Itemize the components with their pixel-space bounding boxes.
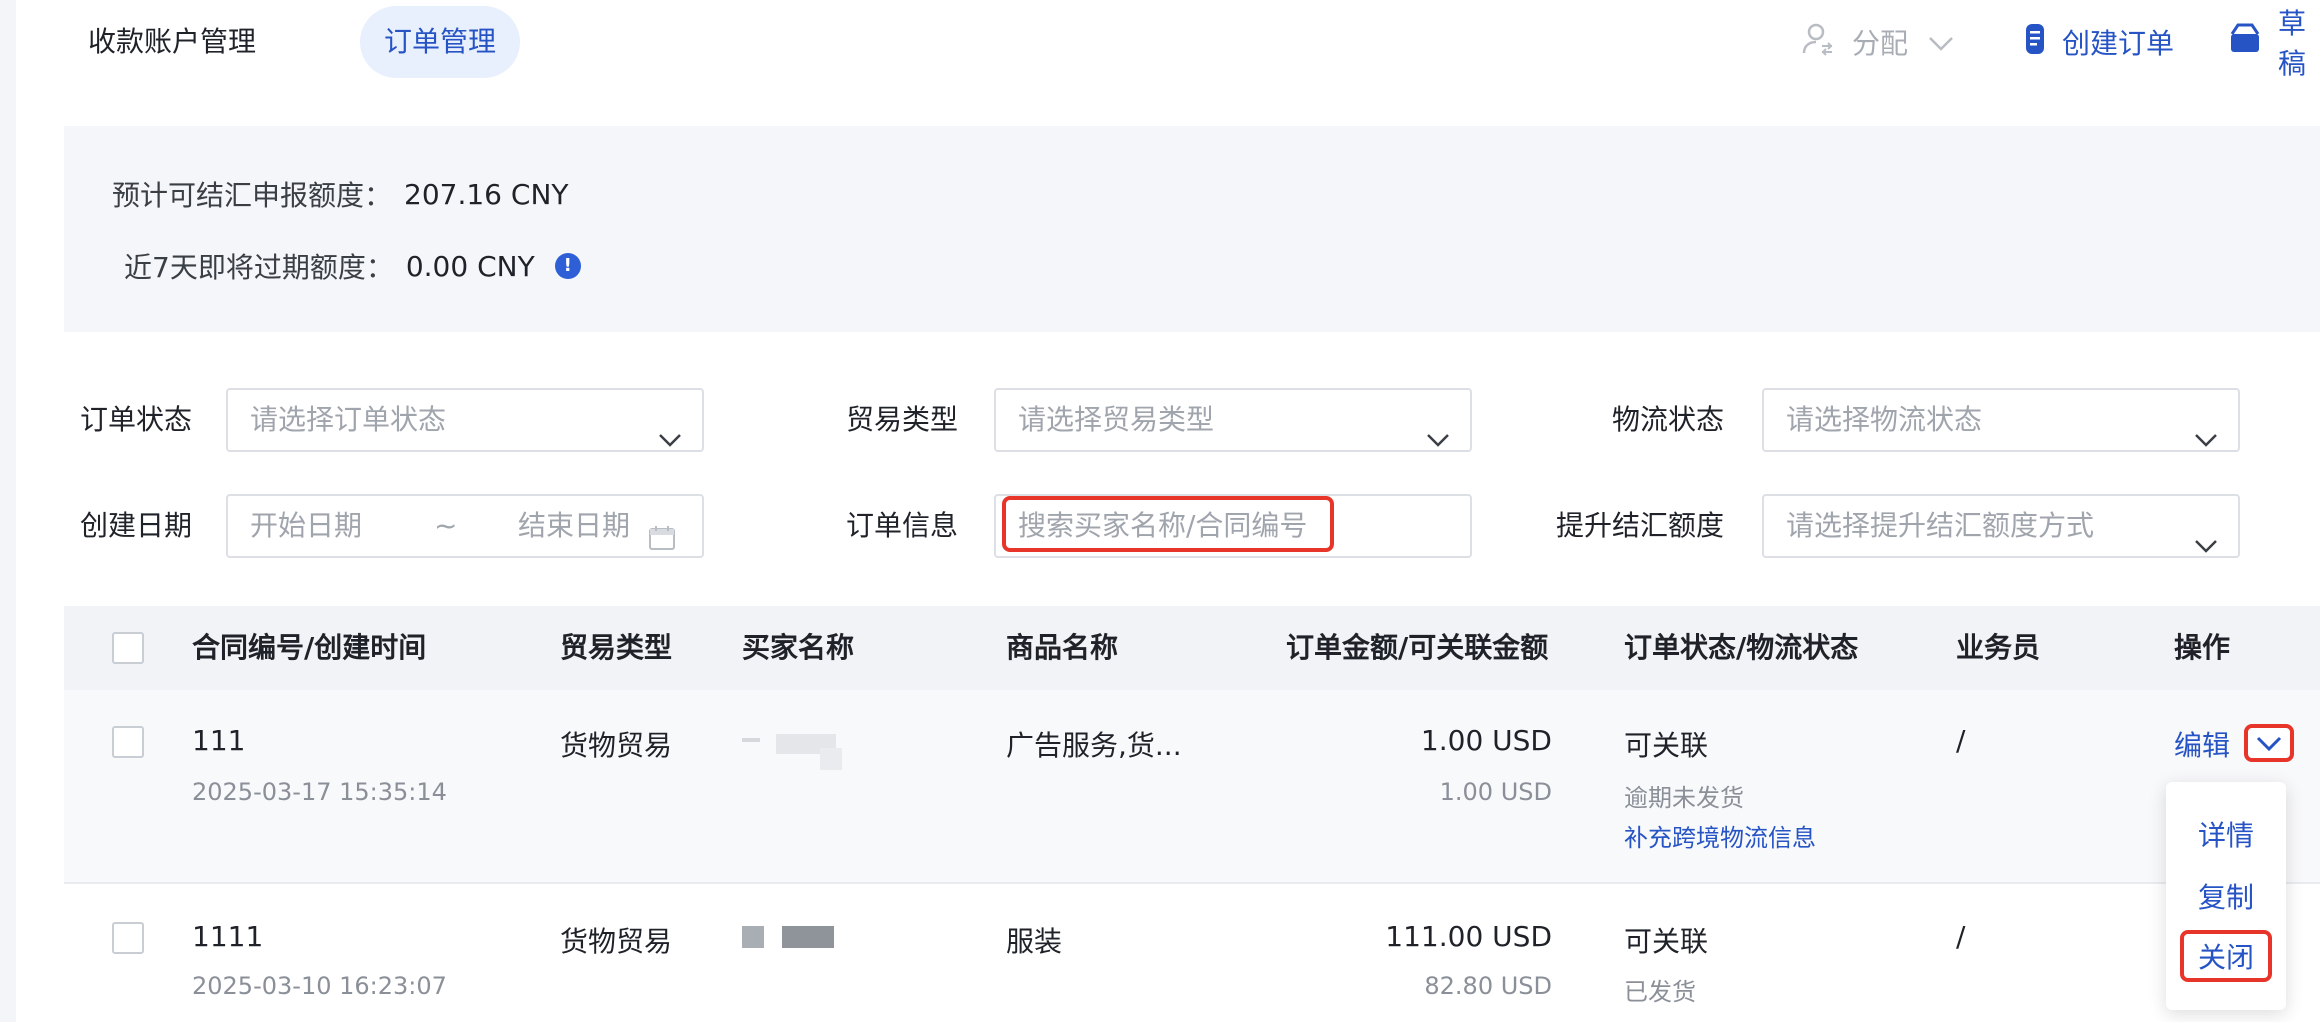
boost-quota-select[interactable]: 请选择提升结汇额度方式 (1762, 494, 2240, 558)
user-assign-icon (1802, 22, 1836, 63)
logistics-status-label: 物流状态 (1611, 403, 1724, 436)
buyer-name-redacted (820, 748, 842, 770)
trade-type: 货物贸易 (560, 729, 673, 762)
chevron-down-icon (2194, 410, 2218, 470)
select-all-checkbox[interactable] (112, 632, 144, 664)
left-rail (0, 0, 16, 1022)
end-date-placeholder[interactable]: 结束日期 (518, 496, 630, 556)
column-actions: 操作 (2174, 631, 2231, 664)
chevron-down-icon (1426, 410, 1450, 470)
column-status: 订单状态/物流状态 (1624, 631, 1859, 664)
contract-number: 111 (192, 724, 246, 757)
chevron-down-icon (2194, 516, 2218, 576)
table-row: 111 2025-03-17 15:35:14 货物贸易 广告服务,货... 1… (64, 690, 2320, 884)
buyer-name-redacted (782, 926, 834, 948)
declarable-quota-value: 207.16 CNY (404, 177, 569, 211)
chevron-down-icon (658, 410, 682, 470)
order-status-select[interactable]: 请选择订单状态 (226, 388, 704, 452)
order-status-placeholder: 请选择订单状态 (250, 403, 447, 436)
column-salesperson: 业务员 (1956, 631, 2041, 664)
buyer-name-redacted (742, 926, 764, 948)
info-icon[interactable]: ! (554, 253, 581, 279)
order-status: 可关联 (1624, 729, 1709, 762)
trade-type-label: 贸易类型 (845, 403, 958, 436)
logistics-status: 逾期未发货 (1624, 784, 1744, 812)
top-bar: 收款账户管理 订单管理 分配 创建订单 草稿 (16, 0, 2320, 84)
assign-label: 分配 (1852, 27, 1909, 60)
table-row: 1111 2025-03-10 16:23:07 货物贸易 服装 111.00 … (64, 884, 2320, 1022)
more-actions-menu: 详情 复制 关闭 (2166, 782, 2286, 1010)
linkable-amount: 1.00 USD (1439, 778, 1552, 806)
draft-box-icon (2228, 22, 2262, 63)
product-name: 广告服务,货... (1006, 729, 1182, 762)
trade-type: 货物贸易 (560, 925, 673, 958)
created-time: 2025-03-10 16:23:07 (192, 972, 447, 1000)
order-amount: 111.00 USD (1385, 920, 1552, 953)
boost-quota-placeholder: 请选择提升结汇额度方式 (1786, 509, 2095, 542)
column-amount: 订单金额/可关联金额 (1286, 631, 1549, 664)
draft-button[interactable]: 草稿 (2228, 7, 2320, 80)
date-range-picker[interactable]: 开始日期 ~ 结束日期 (226, 494, 704, 558)
tab-payment-accounts[interactable]: 收款账户管理 (64, 6, 280, 78)
expiring-quota-value: 0.00 CNY (405, 249, 535, 283)
create-order-label: 创建订单 (2062, 27, 2175, 60)
assign-button[interactable]: 分配 (1802, 14, 1954, 70)
contract-number: 1111 (192, 920, 264, 953)
close-item-highlight (2180, 930, 2272, 982)
salesperson: / (1956, 920, 1966, 953)
created-time: 2025-03-17 15:35:14 (192, 778, 447, 806)
table-header: 合同编号/创建时间 贸易类型 买家名称 商品名称 订单金额/可关联金额 订单状态… (64, 606, 2320, 690)
declarable-quota-label: 预计可结汇申报额度： (112, 179, 393, 212)
order-info-label: 订单信息 (845, 509, 958, 542)
create-order-button[interactable]: 创建订单 (2024, 14, 2174, 70)
column-trade-type: 贸易类型 (560, 631, 673, 664)
more-actions-toggle[interactable] (2244, 724, 2294, 762)
menu-item-copy[interactable]: 复制 (2166, 876, 2286, 916)
boost-quota-label: 提升结汇额度 (1555, 509, 1724, 542)
order-amount: 1.00 USD (1420, 724, 1552, 757)
calendar-icon (648, 512, 676, 572)
buyer-name-redacted (742, 738, 760, 742)
date-separator: ~ (434, 509, 458, 542)
tab-order-management[interactable]: 订单管理 (360, 6, 521, 78)
start-date-placeholder[interactable]: 开始日期 (250, 509, 362, 542)
linkable-amount: 82.80 USD (1424, 972, 1552, 1000)
logistics-status: 已发货 (1624, 978, 1696, 1006)
create-date-label: 创建日期 (79, 509, 192, 542)
quota-summary-panel: 预计可结汇申报额度： 207.16 CNY 近7天即将过期额度： 0.00 CN… (64, 126, 2320, 332)
product-name: 服装 (1006, 925, 1063, 958)
salesperson: / (1956, 724, 1966, 757)
column-product: 商品名称 (1006, 631, 1119, 664)
document-icon (2024, 22, 2046, 63)
logistics-status-placeholder: 请选择物流状态 (1786, 403, 1983, 436)
row-checkbox[interactable] (112, 726, 144, 758)
add-logistics-link[interactable]: 补充跨境物流信息 (1624, 818, 1816, 853)
declarable-quota-row: 预计可结汇申报额度： 207.16 CNY (112, 174, 569, 214)
order-status-label: 订单状态 (79, 403, 192, 436)
search-input-highlight (1002, 496, 1334, 552)
order-status: 可关联 (1624, 925, 1709, 958)
draft-label: 草稿 (2278, 7, 2307, 80)
chevron-down-icon (1928, 26, 1954, 59)
edit-link[interactable]: 编辑 (2174, 724, 2230, 764)
column-buyer: 买家名称 (742, 631, 855, 664)
row-checkbox[interactable] (112, 922, 144, 954)
expiring-quota-label: 近7天即将过期额度： (124, 251, 394, 284)
logistics-status-select[interactable]: 请选择物流状态 (1762, 388, 2240, 452)
expiring-quota-row: 近7天即将过期额度： 0.00 CNY ! (124, 246, 581, 286)
menu-item-details[interactable]: 详情 (2166, 814, 2286, 854)
trade-type-select[interactable]: 请选择贸易类型 (994, 388, 1472, 452)
chevron-down-icon (2256, 736, 2282, 752)
trade-type-placeholder: 请选择贸易类型 (1018, 403, 1215, 436)
column-contract: 合同编号/创建时间 (192, 631, 427, 664)
